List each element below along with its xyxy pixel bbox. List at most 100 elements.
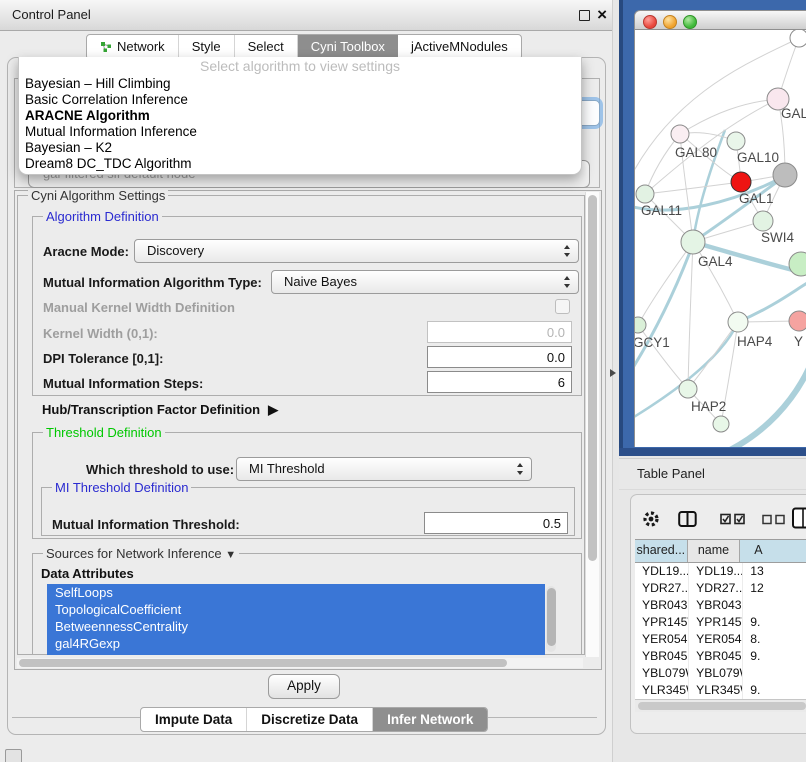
hub-definition-expander[interactable]: Hub/Transcription Factor Definition▶: [42, 402, 278, 418]
table-partial-icon[interactable]: [791, 507, 806, 529]
mi-steps-label: Mutual Information Steps:: [43, 376, 203, 391]
network-edge[interactable]: [645, 134, 680, 194]
combo-arrows-icon: [517, 462, 524, 476]
float-window-icon[interactable]: [579, 10, 590, 21]
table-row[interactable]: YER054CYER054C8.: [635, 631, 806, 648]
network-node-gal1[interactable]: [731, 172, 751, 192]
dropdown-item[interactable]: Dream8 DC_TDC Algorithm: [19, 156, 581, 172]
mi-threshold-field[interactable]: [424, 512, 568, 534]
column-header[interactable]: A: [740, 540, 806, 562]
network-node[interactable]: [789, 252, 806, 276]
column-header[interactable]: name: [688, 540, 741, 562]
network-node[interactable]: [773, 163, 797, 187]
tab-impute-data[interactable]: Impute Data: [141, 708, 247, 731]
control-panel-header: Control Panel ×: [0, 0, 612, 31]
attribute-list-item[interactable]: TopologicalCoefficient: [47, 601, 545, 618]
tab-select[interactable]: Select: [235, 35, 298, 59]
table-cell: YBR045C: [635, 648, 689, 665]
network-node-gal4[interactable]: [681, 230, 705, 254]
table-row[interactable]: YLR345WYLR345W9.: [635, 682, 806, 699]
network-canvas[interactable]: GALGAL80GAL10GAL1GAL11SWI4GAL4GCY1HAP4YH…: [634, 30, 806, 447]
attribute-list-item[interactable]: BetweennessCentrality: [47, 618, 545, 635]
table-panel-header: Table Panel: [619, 458, 806, 490]
manual-kernel-label: Manual Kernel Width Definition: [43, 300, 235, 315]
data-attributes-list[interactable]: SelfLoopsTopologicalCoefficientBetweenne…: [47, 584, 545, 655]
dropdown-item[interactable]: Mutual Information Inference: [19, 124, 581, 140]
network-node-gal80[interactable]: [671, 125, 689, 143]
tab-discretize-data[interactable]: Discretize Data: [247, 708, 373, 731]
collapse-down-icon: ▼: [225, 549, 236, 561]
network-edge[interactable]: [638, 242, 693, 325]
scrollbar-thumb[interactable]: [638, 702, 806, 710]
dropdown-item[interactable]: Basic Correlation Inference: [19, 92, 581, 108]
column-layout-icon[interactable]: [678, 510, 697, 528]
apply-button[interactable]: Apply: [268, 674, 340, 699]
network-window-titlebar[interactable]: [634, 10, 806, 30]
tab-label: Select: [248, 35, 284, 59]
mi-threshold-definition-groupbox: MI Threshold Definition Mutual Informati…: [41, 487, 575, 536]
table-row[interactable]: YBL079WYBL079W: [635, 665, 806, 682]
network-node-gal10[interactable]: [727, 132, 745, 150]
aracne-mode-combo[interactable]: Discovery: [134, 239, 579, 263]
dropdown-item[interactable]: ARACNE Algorithm: [19, 108, 581, 124]
network-node-hap4[interactable]: [728, 312, 748, 332]
deselect-checkboxes-icon[interactable]: [762, 514, 790, 525]
network-edge[interactable]: [730, 368, 806, 447]
tab-cyni-toolbox[interactable]: Cyni Toolbox: [298, 35, 398, 59]
table-cell: YER054C: [689, 631, 743, 648]
select-all-checkboxes-icon[interactable]: [720, 513, 752, 525]
collapsed-panel-icon[interactable]: [5, 749, 22, 762]
dropdown-item[interactable]: Bayesian – Hill Climbing: [19, 76, 581, 92]
table-row[interactable]: YBR045CYBR045C9.: [635, 648, 806, 665]
zoom-window-button[interactable]: [683, 15, 697, 29]
table-panel-title: Table Panel: [619, 459, 806, 488]
tab-infer-network[interactable]: Infer Network: [373, 708, 487, 731]
table-cell: 9.: [743, 682, 806, 699]
settings-gear-icon[interactable]: [641, 509, 661, 529]
network-edge[interactable]: [645, 182, 741, 194]
network-node[interactable]: [713, 416, 729, 432]
network-edge[interactable]: [688, 322, 738, 389]
which-threshold-combo[interactable]: MI Threshold: [236, 457, 532, 481]
dropdown-item[interactable]: Bayesian – K2: [19, 140, 581, 156]
attribute-list-item[interactable]: SelfLoops: [47, 584, 545, 601]
sources-groupbox: Sources for Network Inference ▼ Data Att…: [32, 553, 582, 655]
attribute-list-item[interactable]: gal4RGexp: [47, 635, 545, 652]
attributes-list-scrollbar[interactable]: [546, 586, 556, 652]
close-window-button[interactable]: [643, 15, 657, 29]
network-node-gal11[interactable]: [636, 185, 654, 203]
network-node-swi4[interactable]: [753, 211, 773, 231]
tab-style[interactable]: Style: [179, 35, 235, 59]
network-edge[interactable]: [688, 242, 693, 389]
network-node[interactable]: [790, 30, 806, 47]
table-row[interactable]: YDR27...YDR27...12: [635, 580, 806, 597]
network-node-gcy1[interactable]: [635, 317, 646, 333]
table-row[interactable]: YPR145WYPR145W9.: [635, 614, 806, 631]
table-cell: 13: [743, 563, 806, 580]
network-edge[interactable]: [680, 99, 778, 134]
minimize-window-button[interactable]: [663, 15, 677, 29]
network-node-hap2[interactable]: [679, 380, 697, 398]
table-row[interactable]: YBR043CYBR043C: [635, 597, 806, 614]
splitpane-arrow-icon[interactable]: [610, 369, 616, 377]
mi-steps-field[interactable]: [427, 371, 572, 393]
scrollbar-thumb[interactable]: [19, 659, 507, 667]
mi-algorithm-type-combo[interactable]: Naive Bayes: [271, 270, 579, 294]
settings-horizontal-scrollbar[interactable]: [17, 658, 583, 668]
network-node-y[interactable]: [789, 311, 806, 331]
tab-network[interactable]: Network: [87, 35, 179, 59]
table-cell: YDL19...: [635, 563, 689, 580]
control-panel: Control Panel × NetworkStyle Select Cyni T…: [0, 0, 613, 762]
scrollbar-thumb[interactable]: [547, 588, 556, 646]
dpi-tolerance-field[interactable]: [427, 346, 572, 368]
kernel-width-label: Kernel Width (0,1):: [43, 326, 158, 341]
table-horizontal-scrollbar[interactable]: [635, 699, 806, 712]
scrollbar-thumb[interactable]: [588, 195, 597, 561]
tab-jactivemnodules[interactable]: jActiveMNodules: [398, 35, 521, 59]
settings-vertical-scrollbar[interactable]: [585, 192, 599, 657]
node-label: GAL1: [739, 191, 774, 206]
column-header[interactable]: shared...: [635, 540, 688, 562]
network-edge[interactable]: [635, 244, 693, 374]
table-row[interactable]: YDL19...YDL19...13: [635, 563, 806, 580]
close-icon[interactable]: ×: [597, 0, 607, 29]
